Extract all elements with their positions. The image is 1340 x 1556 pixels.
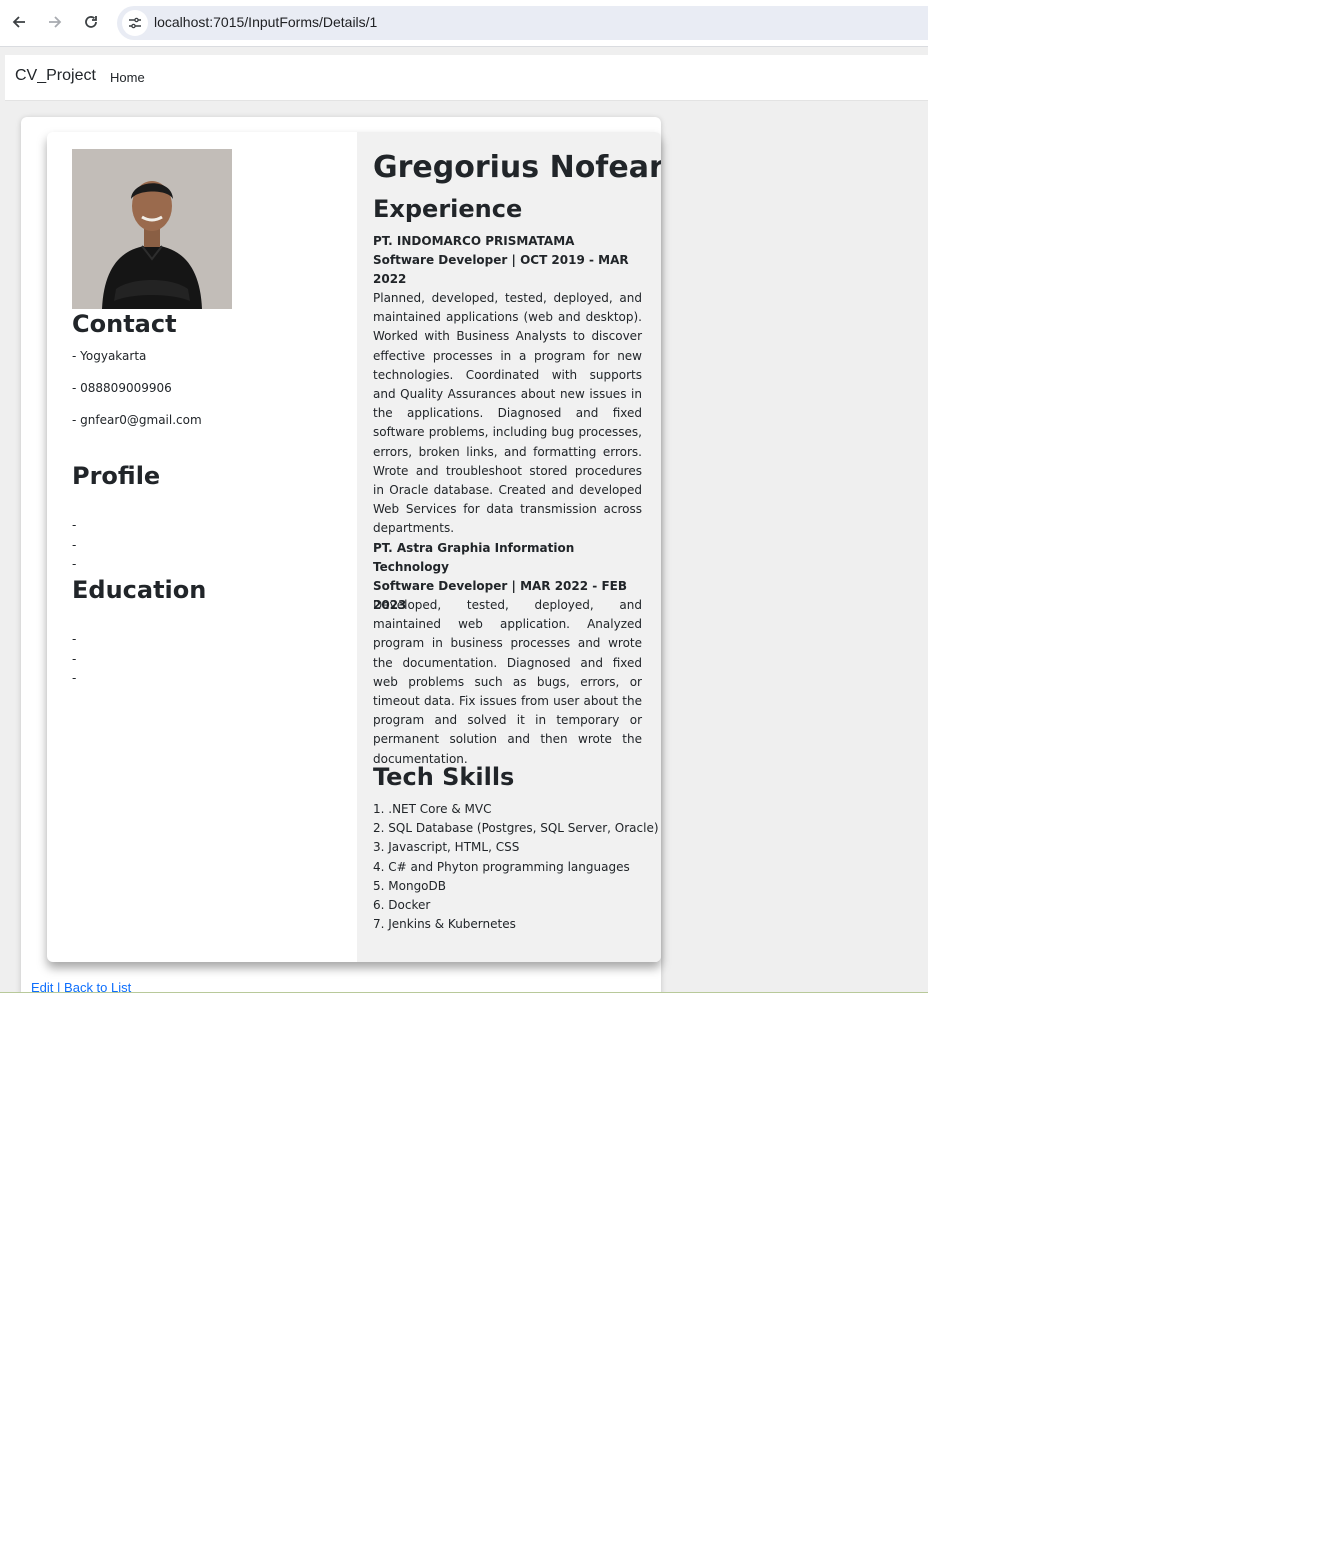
url-text[interactable]: localhost:7015/InputForms/Details/1 xyxy=(154,14,377,30)
cv-name: Gregorius Nofear xyxy=(373,150,661,185)
address-bar[interactable]: localhost:7015/InputForms/Details/1 xyxy=(117,6,928,40)
job-description: Planned, developed, tested, deployed, an… xyxy=(373,291,642,536)
education-heading: Education xyxy=(72,576,207,604)
arrow-left-icon[interactable] xyxy=(6,9,32,35)
browser-toolbar: localhost:7015/InputForms/Details/1 xyxy=(0,0,928,47)
job-header: PT. INDOMARCO PRISMATAMA Software Develo… xyxy=(373,232,643,289)
list-item: 5. MongoDB xyxy=(373,878,446,893)
list-item: 3. Javascript, HTML, CSS xyxy=(373,840,520,855)
divider xyxy=(0,992,928,993)
nav-link-home[interactable]: Home xyxy=(110,70,145,85)
list-item: 7. Jenkins & Kubernetes xyxy=(373,917,516,932)
contact-heading: Contact xyxy=(72,310,177,338)
browser-viewport: localhost:7015/InputForms/Details/1 CV_P… xyxy=(0,0,928,993)
list-item: - xyxy=(72,671,77,685)
arrow-right-icon[interactable] xyxy=(42,9,68,35)
reload-icon[interactable] xyxy=(78,9,104,35)
list-item: 6. Docker xyxy=(373,898,431,913)
job-company: PT. INDOMARCO PRISMATAMA xyxy=(373,234,575,248)
job-description: Developed, tested, deployed, and maintai… xyxy=(373,598,642,766)
contact-location: - Yogyakarta xyxy=(72,349,147,363)
brand-link[interactable]: CV_Project xyxy=(15,67,96,85)
profile-list: - - - xyxy=(72,516,76,575)
list-item: 4. C# and Phyton programming languages xyxy=(373,859,630,874)
contact-phone: - 088809009906 xyxy=(72,381,172,395)
job-company: PT. Astra Graphia Information Technology xyxy=(373,541,575,574)
list-item: - xyxy=(72,651,77,666)
list-item: - xyxy=(72,632,77,646)
experience-heading: Experience xyxy=(373,195,523,223)
cv-card: Contact - Yogyakarta - 088809009906 - gn… xyxy=(47,132,661,962)
list-item: - xyxy=(72,537,77,552)
job-role: Software Developer | OCT 2019 - MAR 2022 xyxy=(373,253,629,286)
profile-heading: Profile xyxy=(72,462,161,490)
app-navbar: CV_Project Home xyxy=(5,55,928,101)
list-item: - xyxy=(72,557,77,571)
tune-icon[interactable] xyxy=(122,10,148,36)
list-item: - xyxy=(72,518,77,532)
list-item: 1. .NET Core & MVC xyxy=(373,802,492,816)
contact-email: - gnfear0@gmail.com xyxy=(72,413,202,427)
cv-right-column: Gregorius Nofear Experience PT. INDOMARC… xyxy=(357,132,661,962)
profile-photo xyxy=(72,149,232,309)
education-list: - - - xyxy=(72,630,76,689)
list-item: 2. SQL Database (Postgres, SQL Server, O… xyxy=(373,821,659,836)
tech-skills-list: 1. .NET Core & MVC 2. SQL Database (Post… xyxy=(373,800,659,934)
tech-skills-heading: Tech Skills xyxy=(373,763,515,791)
